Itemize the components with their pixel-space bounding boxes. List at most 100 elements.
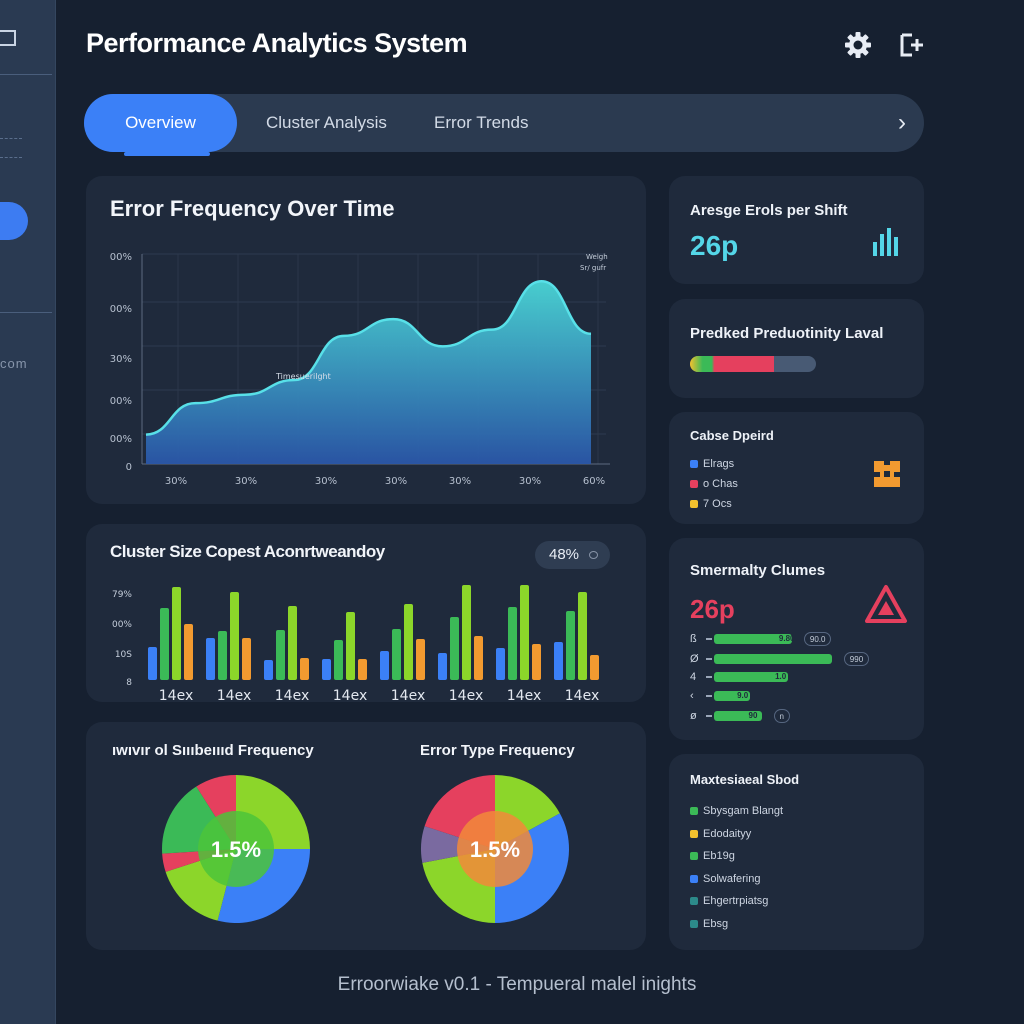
sidebar-active-item[interactable]	[0, 202, 28, 240]
row-label: Ø	[690, 653, 699, 665]
cause-title: Cabse Dpeird	[690, 428, 774, 443]
x-tick-label: 14ex	[217, 688, 251, 702]
legend-label: Eb19g	[703, 850, 735, 862]
bar	[404, 604, 413, 680]
tab-overview[interactable]: Overview	[84, 94, 237, 156]
severity-bar	[714, 654, 832, 664]
y-tick-label: 00%	[110, 434, 132, 445]
sidebar-divider	[0, 312, 52, 313]
bar	[346, 612, 355, 680]
maxes-title: Maxtesiaeal Sbod	[690, 772, 800, 787]
row-dash	[706, 676, 712, 678]
bar-value: 90	[748, 711, 758, 720]
legend-label: Ebsg	[703, 917, 729, 930]
bar	[206, 638, 215, 680]
gear-icon[interactable]	[843, 30, 873, 60]
y-tick-label: 00%	[112, 620, 132, 630]
sidebar-item-label[interactable]: com	[0, 356, 28, 371]
severity-title: Smermalty Clumes	[690, 562, 826, 579]
tab-error-trends[interactable]: Error Trends	[434, 94, 528, 152]
logo-icon[interactable]	[0, 30, 16, 46]
legend-item: Ebsg	[690, 917, 728, 931]
chevron-right-icon[interactable]: ›	[898, 94, 906, 152]
bar	[148, 647, 157, 680]
bar	[184, 624, 193, 680]
row-label: ø	[690, 710, 697, 722]
severity-row: ß 9.80 90.0	[690, 632, 910, 646]
row-label: ß	[690, 633, 697, 645]
progress-fill	[690, 356, 775, 372]
avg-errors-value: 26p	[690, 230, 739, 261]
bar	[172, 587, 181, 680]
menu-lines-icon[interactable]	[0, 138, 22, 158]
x-tick-label: 30%	[449, 476, 471, 487]
page-title: Performance Analytics System	[86, 28, 468, 58]
bar	[264, 660, 273, 680]
bar-tag: 90.0	[803, 632, 832, 646]
bar	[380, 651, 389, 680]
y-tick-label: 0	[126, 462, 132, 473]
avg-errors-title: Aresge Erols per Shift	[690, 202, 848, 219]
productivity-title: Predked Preduotinity Laval	[690, 325, 884, 342]
bar-chart-icon	[873, 228, 898, 256]
x-tick-label: 14ex	[507, 688, 541, 702]
exit-icon[interactable]	[897, 30, 927, 60]
sidebar: com	[0, 0, 56, 1024]
legend-label: Sbysgam Blangt	[703, 805, 784, 817]
puzzle-icon	[874, 461, 900, 487]
bar	[496, 648, 505, 680]
bar	[288, 606, 297, 680]
chart-annotation: Timesuerilght	[275, 372, 331, 381]
legend-swatch	[690, 460, 698, 469]
legend-item: Eb19g	[690, 849, 735, 863]
bar	[508, 607, 517, 680]
bar	[230, 592, 239, 680]
legend-item: 7 Ocs	[690, 497, 732, 511]
productivity-card: Predked Preduotinity Laval	[669, 299, 924, 398]
productivity-progress-bar	[690, 356, 816, 372]
bar	[218, 631, 227, 680]
warning-icon	[865, 585, 907, 623]
bar-tag: 990	[843, 652, 870, 666]
bar	[334, 640, 343, 680]
bar	[532, 644, 541, 680]
legend-item: Ehgertrpiatsg	[690, 894, 768, 908]
y-tick-label: 8	[126, 678, 132, 688]
cluster-size-card: Cluster Size Copest Aconrtweandoy 48% 81…	[86, 524, 646, 702]
row-dash	[706, 638, 712, 640]
y-tick-label: 00%	[110, 396, 132, 407]
legend-item: o Chas	[690, 477, 738, 491]
y-tick-label: 79%	[112, 590, 132, 600]
severity-row: ø 90 n	[690, 709, 910, 723]
bar	[590, 655, 599, 680]
row-label: 4	[690, 671, 697, 683]
corner-label: Sr/ gufr	[580, 264, 606, 272]
tab-cluster-analysis[interactable]: Cluster Analysis	[266, 94, 387, 152]
x-tick-label: 14ex	[565, 688, 599, 702]
legend-label: Edodaityy	[703, 827, 752, 840]
row-dash	[706, 658, 712, 660]
bar	[358, 659, 367, 680]
bar-value: 9.0	[737, 691, 749, 700]
y-tick-label: 30%	[110, 354, 132, 365]
legend-item: Edodaityy	[690, 827, 751, 841]
legend-label: Solwafering	[703, 872, 761, 885]
x-tick-label: 30%	[519, 476, 541, 487]
x-tick-label: 14ex	[449, 688, 483, 702]
y-tick-label: 00%	[110, 304, 132, 315]
severity-card: Smermalty Clumes 26p ß 9.80 90.0 Ø 990 4 1.0 ‹ 9…	[669, 538, 924, 740]
legend-item: Elrags	[690, 457, 734, 471]
footer-text: Erroorwiake v0.1 - Tempueral malel inigh…	[337, 974, 697, 995]
bar	[322, 659, 331, 680]
row-label: ‹	[690, 690, 694, 702]
bar-value: 1.0	[775, 672, 787, 681]
bar	[520, 585, 529, 680]
legend-label: 7 Ocs	[703, 498, 732, 510]
legend-swatch	[690, 874, 698, 883]
severity-row: 4 1.0	[690, 670, 910, 684]
bar	[450, 617, 459, 680]
line-chart: 0 00% 00% 30% 00% 00% 30% 30% 30% 30% 30% 30% 60% Tim…	[110, 252, 610, 487]
bar	[462, 585, 471, 680]
legend-item: Sbysgam Blangt	[690, 804, 783, 818]
y-tick-label: 00%	[110, 252, 132, 263]
